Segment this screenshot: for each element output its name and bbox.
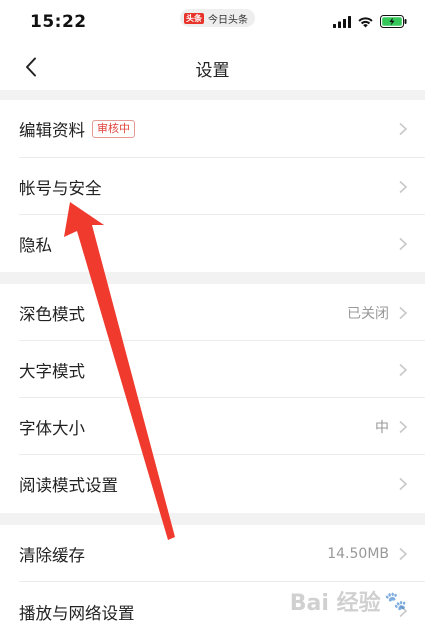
section-divider: [0, 513, 425, 525]
chevron-right-icon: [399, 547, 408, 560]
row-label: 编辑资料: [19, 121, 85, 140]
settings-row-edit-profile[interactable]: 编辑资料 审核中: [0, 100, 425, 158]
settings-row-large-text-mode[interactable]: 大字模式: [0, 341, 425, 398]
row-label: 深色模式: [19, 304, 85, 324]
row-label: 帐号与安全: [19, 178, 102, 198]
row-label: 阅读模式设置: [19, 476, 118, 495]
row-label: 字体大小: [19, 418, 85, 438]
section-divider: [0, 272, 425, 284]
app-indicator-pill[interactable]: 头条 今日头条: [180, 9, 255, 27]
status-icons: [333, 15, 407, 28]
settings-row-dark-mode[interactable]: 深色模式 已关闭: [0, 284, 425, 341]
row-label: 播放与网络设置: [19, 604, 135, 623]
chevron-right-icon: [399, 306, 408, 319]
navigation-bar: 设置: [0, 44, 425, 90]
chevron-right-icon: [399, 420, 408, 433]
status-time: 15:22: [30, 12, 87, 32]
chevron-right-icon: [399, 237, 408, 250]
chevron-right-icon: [399, 604, 408, 618]
settings-row-font-size[interactable]: 字体大小 中: [0, 398, 425, 455]
settings-row-privacy[interactable]: 隐私: [0, 215, 425, 272]
wifi-icon: [358, 16, 373, 27]
settings-row-account-security[interactable]: 帐号与安全: [0, 158, 425, 215]
section-divider: [0, 90, 425, 100]
settings-screen: 15:22 头条 今日头条 设置 编辑资料 审核中 帐号与安全 隐私 深色模式 …: [0, 0, 425, 631]
chevron-right-icon: [399, 180, 408, 193]
row-label: 大字模式: [19, 361, 85, 381]
row-value: 14.50MB: [327, 545, 389, 562]
settings-row-playback-network[interactable]: 播放与网络设置: [0, 582, 425, 631]
chevron-right-icon: [399, 477, 408, 491]
settings-row-reading-mode[interactable]: 阅读模式设置: [0, 455, 425, 513]
row-label: 清除缓存: [19, 545, 85, 565]
battery-charging-icon: [380, 15, 407, 28]
chevron-right-icon: [399, 122, 408, 136]
app-name: 今日头条: [208, 14, 248, 26]
row-value: 中: [375, 419, 389, 436]
cellular-signal-icon: [333, 15, 351, 28]
settings-row-clear-cache[interactable]: 清除缓存 14.50MB: [0, 525, 425, 582]
page-title: 设置: [195, 61, 230, 81]
row-value: 已关闭: [347, 305, 389, 322]
chevron-right-icon: [399, 363, 408, 376]
status-bar: 15:22 头条 今日头条: [0, 0, 425, 44]
row-label: 隐私: [19, 235, 52, 255]
app-badge: 头条: [184, 12, 204, 24]
review-status-badge: 审核中: [92, 120, 135, 138]
